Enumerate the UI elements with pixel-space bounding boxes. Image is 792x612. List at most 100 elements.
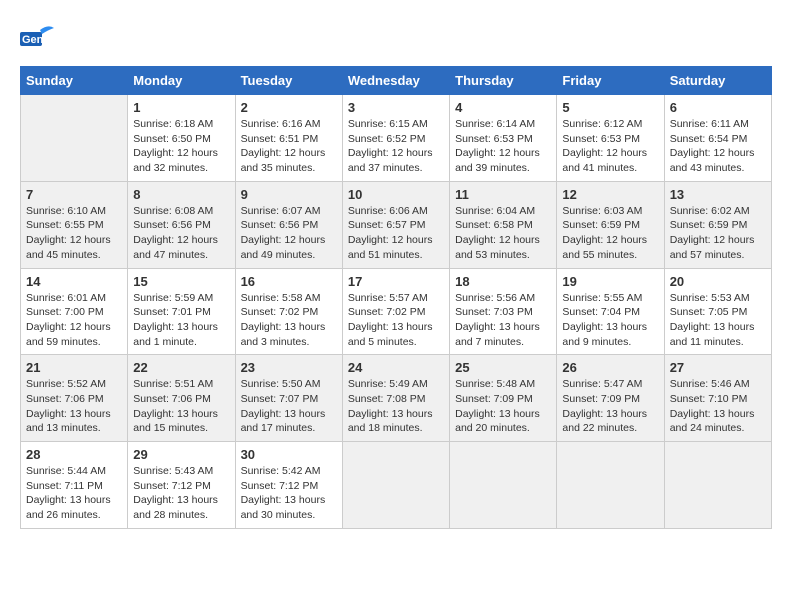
day-details: Sunrise: 5:56 AMSunset: 7:03 PMDaylight:… [455,291,551,350]
day-details: Sunrise: 6:14 AMSunset: 6:53 PMDaylight:… [455,117,551,176]
day-header-monday: Monday [128,67,235,95]
day-number: 5 [562,100,658,115]
calendar-cell: 16 Sunrise: 5:58 AMSunset: 7:02 PMDayligh… [235,268,342,355]
day-details: Sunrise: 5:58 AMSunset: 7:02 PMDaylight:… [241,291,337,350]
calendar-cell: 23Sunrise: 5:50 AMSunset: 7:07 PMDayligh… [235,355,342,442]
calendar-cell [557,442,664,529]
day-number: 19 [562,274,658,289]
day-number: 17 [348,274,444,289]
day-details: Sunrise: 6:11 AMSunset: 6:54 PMDaylight:… [670,117,766,176]
day-details: Sunrise: 5:48 AMSunset: 7:09 PMDaylight:… [455,377,551,436]
day-details: Sunrise: 6:12 AMSunset: 6:53 PMDaylight:… [562,117,658,176]
calendar-cell: 5 Sunrise: 6:12 AMSunset: 6:53 PMDaylight… [557,95,664,182]
calendar-cell: 18 Sunrise: 5:56 AMSunset: 7:03 PMDayligh… [450,268,557,355]
day-number: 20 [670,274,766,289]
day-details: Sunrise: 6:03 AMSunset: 6:59 PMDaylight:… [562,204,658,263]
calendar-cell: 2 Sunrise: 6:16 AMSunset: 6:51 PMDaylight… [235,95,342,182]
page-header: Gen [20,20,772,56]
calendar-cell: 17Sunrise: 5:57 AMSunset: 7:02 PMDayligh… [342,268,449,355]
calendar-cell: 25 Sunrise: 5:48 AMSunset: 7:09 PMDayligh… [450,355,557,442]
day-number: 28 [26,447,122,462]
day-number: 13 [670,187,766,202]
day-details: Sunrise: 5:52 AMSunset: 7:06 PMDaylight:… [26,377,122,436]
day-header-saturday: Saturday [664,67,771,95]
calendar-cell [664,442,771,529]
calendar-cell: 20 Sunrise: 5:53 AMSunset: 7:05 PMDayligh… [664,268,771,355]
calendar-cell [450,442,557,529]
logo: Gen [20,20,60,56]
calendar-cell: 13 Sunrise: 6:02 AMSunset: 6:59 PMDayligh… [664,181,771,268]
calendar-cell: 19 Sunrise: 5:55 AMSunset: 7:04 PMDayligh… [557,268,664,355]
day-details: Sunrise: 5:44 AMSunset: 7:11 PMDaylight:… [26,464,122,523]
day-number: 23 [241,360,337,375]
day-number: 3 [348,100,444,115]
calendar-cell: 28 Sunrise: 5:44 AMSunset: 7:11 PMDayligh… [21,442,128,529]
calendar-cell [342,442,449,529]
calendar-cell: 11 Sunrise: 6:04 AMSunset: 6:58 PMDayligh… [450,181,557,268]
day-details: Sunrise: 6:10 AMSunset: 6:55 PMDaylight:… [26,204,122,263]
day-number: 29 [133,447,229,462]
day-details: Sunrise: 6:15 AMSunset: 6:52 PMDaylight:… [348,117,444,176]
calendar-cell: 12 Sunrise: 6:03 AMSunset: 6:59 PMDayligh… [557,181,664,268]
day-details: Sunrise: 5:55 AMSunset: 7:04 PMDaylight:… [562,291,658,350]
calendar-cell: 14 Sunrise: 6:01 AMSunset: 7:00 PMDayligh… [21,268,128,355]
day-details: Sunrise: 6:07 AMSunset: 6:56 PMDaylight:… [241,204,337,263]
day-details: Sunrise: 6:01 AMSunset: 7:00 PMDaylight:… [26,291,122,350]
day-number: 4 [455,100,551,115]
svg-text:Gen: Gen [22,34,44,46]
day-number: 1 [133,100,229,115]
day-number: 11 [455,187,551,202]
day-header-friday: Friday [557,67,664,95]
calendar-table: SundayMondayTuesdayWednesdayThursdayFrid… [20,66,772,529]
day-details: Sunrise: 6:02 AMSunset: 6:59 PMDaylight:… [670,204,766,263]
day-header-tuesday: Tuesday [235,67,342,95]
day-number: 24 [348,360,444,375]
day-details: Sunrise: 5:59 AMSunset: 7:01 PMDaylight:… [133,291,229,350]
day-number: 22 [133,360,229,375]
day-details: Sunrise: 6:08 AMSunset: 6:56 PMDaylight:… [133,204,229,263]
day-number: 27 [670,360,766,375]
calendar-cell: 10 Sunrise: 6:06 AMSunset: 6:57 PMDayligh… [342,181,449,268]
day-number: 18 [455,274,551,289]
day-details: Sunrise: 6:06 AMSunset: 6:57 PMDaylight:… [348,204,444,263]
day-number: 2 [241,100,337,115]
day-details: Sunrise: 5:42 AMSunset: 7:12 PMDaylight:… [241,464,337,523]
day-number: 15 [133,274,229,289]
day-number: 14 [26,274,122,289]
calendar-cell: 1 Sunrise: 6:18 AMSunset: 6:50 PMDaylight… [128,95,235,182]
calendar-cell: 8 Sunrise: 6:08 AMSunset: 6:56 PMDaylight… [128,181,235,268]
day-number: 8 [133,187,229,202]
day-header-sunday: Sunday [21,67,128,95]
day-number: 30 [241,447,337,462]
day-number: 16 [241,274,337,289]
day-number: 9 [241,187,337,202]
day-header-thursday: Thursday [450,67,557,95]
day-number: 25 [455,360,551,375]
day-header-wednesday: Wednesday [342,67,449,95]
calendar-cell: 24 Sunrise: 5:49 AMSunset: 7:08 PMDayligh… [342,355,449,442]
calendar-cell: 7 Sunrise: 6:10 AMSunset: 6:55 PMDaylight… [21,181,128,268]
calendar-cell [21,95,128,182]
calendar-cell: 30 Sunrise: 5:42 AMSunset: 7:12 PMDayligh… [235,442,342,529]
calendar-cell: 26 Sunrise: 5:47 AMSunset: 7:09 PMDayligh… [557,355,664,442]
day-details: Sunrise: 5:43 AMSunset: 7:12 PMDaylight:… [133,464,229,523]
day-details: Sunrise: 6:04 AMSunset: 6:58 PMDaylight:… [455,204,551,263]
day-number: 6 [670,100,766,115]
day-number: 7 [26,187,122,202]
calendar-cell: 21 Sunrise: 5:52 AMSunset: 7:06 PMDayligh… [21,355,128,442]
day-number: 21 [26,360,122,375]
day-number: 10 [348,187,444,202]
calendar-cell: 27Sunrise: 5:46 AMSunset: 7:10 PMDayligh… [664,355,771,442]
day-number: 26 [562,360,658,375]
day-details: Sunrise: 5:47 AMSunset: 7:09 PMDaylight:… [562,377,658,436]
day-details: Sunrise: 5:53 AMSunset: 7:05 PMDaylight:… [670,291,766,350]
calendar-cell: 22 Sunrise: 5:51 AMSunset: 7:06 PMDayligh… [128,355,235,442]
day-details: Sunrise: 5:51 AMSunset: 7:06 PMDaylight:… [133,377,229,436]
day-details: Sunrise: 6:18 AMSunset: 6:50 PMDaylight:… [133,117,229,176]
day-number: 12 [562,187,658,202]
calendar-cell: 9 Sunrise: 6:07 AMSunset: 6:56 PMDaylight… [235,181,342,268]
calendar-cell: 29 Sunrise: 5:43 AMSunset: 7:12 PMDayligh… [128,442,235,529]
day-details: Sunrise: 5:49 AMSunset: 7:08 PMDaylight:… [348,377,444,436]
day-details: Sunrise: 6:16 AMSunset: 6:51 PMDaylight:… [241,117,337,176]
calendar-cell: 3 Sunrise: 6:15 AMSunset: 6:52 PMDaylight… [342,95,449,182]
